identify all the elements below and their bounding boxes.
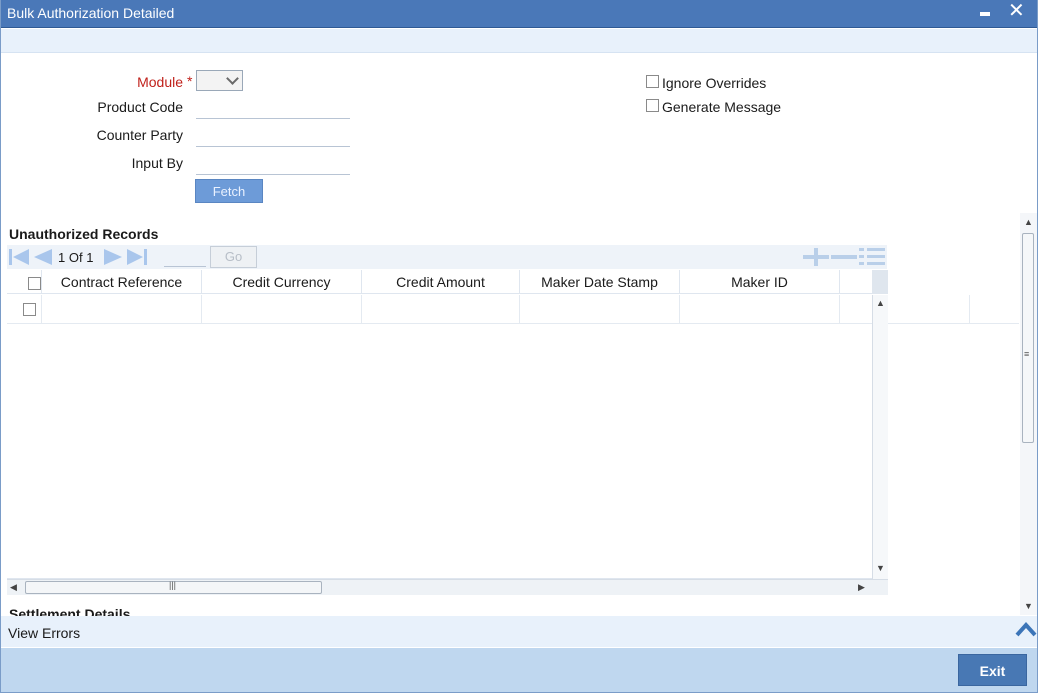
current-page: 1 xyxy=(58,250,66,265)
pagination-bar: 1 Of 1 Go xyxy=(7,245,887,269)
table-cell[interactable] xyxy=(680,295,840,324)
page-vertical-scrollbar[interactable]: ▲ ≡ ▼ xyxy=(1020,213,1037,615)
footer-bar: Exit xyxy=(1,648,1037,692)
scroll-right-icon[interactable]: ▶ xyxy=(858,582,865,593)
delete-row-icon[interactable] xyxy=(831,248,857,266)
chevron-up-icon[interactable] xyxy=(1015,621,1037,637)
row-select-cell xyxy=(7,295,42,324)
table-cell[interactable] xyxy=(202,295,362,324)
records-grid xyxy=(7,295,872,579)
table-cell[interactable] xyxy=(42,295,202,324)
row-checkbox[interactable] xyxy=(23,303,36,316)
generate-message-label: Generate Message xyxy=(662,99,782,115)
grip-icon: ≡ xyxy=(1024,349,1030,359)
table-header: Contract Reference Credit Currency Credi… xyxy=(7,270,888,294)
table-cell[interactable] xyxy=(520,295,680,324)
window-titlebar: Bulk Authorization Detailed ✕ xyxy=(0,0,1038,28)
toolbar-strip xyxy=(1,29,1037,53)
required-marker: * xyxy=(187,73,193,89)
exit-button[interactable]: Exit xyxy=(958,654,1027,686)
page-indicator: 1 Of 1 xyxy=(58,250,93,265)
select-all-checkbox[interactable] xyxy=(28,277,41,290)
first-page-icon[interactable] xyxy=(9,248,33,266)
input-by-input[interactable] xyxy=(196,174,350,175)
page-number-input[interactable] xyxy=(164,266,206,267)
next-page-icon[interactable] xyxy=(102,248,124,266)
product-code-input[interactable] xyxy=(196,118,350,119)
table-row xyxy=(7,295,1019,324)
settlement-details-title: Settlement Details xyxy=(9,606,131,616)
view-errors-link[interactable]: View Errors xyxy=(8,625,80,641)
previous-page-icon[interactable] xyxy=(32,248,54,266)
add-row-icon[interactable] xyxy=(803,248,829,266)
window-title: Bulk Authorization Detailed xyxy=(7,5,175,21)
grid-vertical-scrollbar[interactable]: ▲ ▼ xyxy=(872,295,888,579)
horizontal-scroll-thumb[interactable]: ||| xyxy=(25,580,322,594)
list-view-icon[interactable] xyxy=(859,247,885,267)
module-label: Module xyxy=(137,74,183,90)
module-select[interactable] xyxy=(196,70,243,91)
column-header[interactable]: Maker ID xyxy=(680,270,840,294)
page-scroll-down-icon[interactable]: ▼ xyxy=(1024,601,1033,611)
ignore-overrides-checkbox[interactable] xyxy=(646,75,659,88)
go-button[interactable]: Go xyxy=(210,246,257,268)
close-icon[interactable]: ✕ xyxy=(1008,1,1025,21)
input-by-label: Input By xyxy=(131,155,183,171)
last-page-icon[interactable] xyxy=(125,248,149,266)
scroll-down-icon[interactable]: ▼ xyxy=(876,563,885,573)
grid-horizontal-scrollbar[interactable]: ◀ ||| ▶ xyxy=(7,579,888,595)
grip-icon: ||| xyxy=(169,580,177,590)
chevron-down-icon xyxy=(226,72,239,85)
ignore-overrides-label: Ignore Overrides xyxy=(662,75,767,91)
column-header[interactable]: Maker Date Stamp xyxy=(520,270,680,294)
page-scroll-up-icon[interactable]: ▲ xyxy=(1024,217,1033,227)
vertical-scroll-thumb[interactable]: ≡ xyxy=(1022,233,1034,443)
generate-message-checkbox[interactable] xyxy=(646,99,659,112)
header-scroll-gutter xyxy=(872,270,888,294)
column-header[interactable]: Credit Amount xyxy=(362,270,520,294)
errors-bar: View Errors xyxy=(1,616,1037,647)
column-header[interactable]: Contract Reference xyxy=(42,270,202,294)
table-cell[interactable] xyxy=(362,295,520,324)
scroll-up-icon[interactable]: ▲ xyxy=(876,298,885,308)
table-cell[interactable] xyxy=(840,295,970,324)
total-pages: 1 xyxy=(86,250,94,265)
scroll-left-icon[interactable]: ◀ xyxy=(10,582,17,593)
unauthorized-records-title: Unauthorized Records xyxy=(9,226,159,242)
minimize-icon[interactable] xyxy=(980,12,990,16)
of-label: Of xyxy=(68,250,83,265)
product-code-label: Product Code xyxy=(97,99,183,115)
fetch-button[interactable]: Fetch xyxy=(195,179,263,203)
select-all-cell xyxy=(7,270,42,294)
counter-party-input[interactable] xyxy=(196,146,350,147)
counter-party-label: Counter Party xyxy=(96,127,183,143)
column-header[interactable]: Credit Currency xyxy=(202,270,362,294)
